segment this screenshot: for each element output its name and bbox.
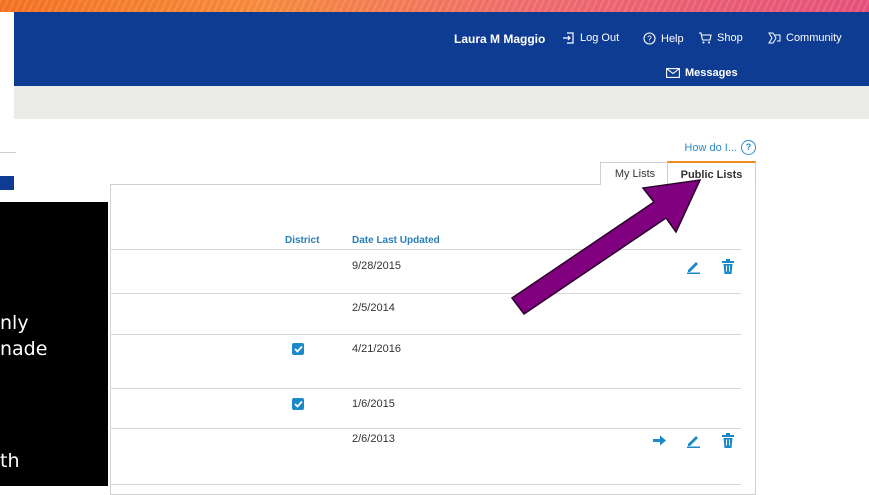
how-do-i-label: How do I... [684,141,737,154]
trash-icon[interactable] [721,258,735,274]
row-divider [110,334,741,335]
edit-icon[interactable] [685,432,701,448]
row-divider [110,484,741,485]
overlay-text-line-1: nly [0,312,29,334]
left-divider [0,152,16,153]
help-circle-icon: ? [741,140,756,155]
column-header-date[interactable]: Date Last Updated [352,235,440,246]
shop-label: Shop [717,32,743,44]
help-link[interactable]: ? Help [643,32,684,45]
logout-link[interactable]: Log Out [562,32,619,44]
overlay-text-line-2: nade [0,338,48,360]
row-2-date: 2/5/2014 [352,302,395,314]
top-stripe [0,0,869,12]
row-1-date: 9/28/2015 [352,260,401,272]
help-icon: ? [643,32,656,45]
arrow-right-icon[interactable] [652,433,666,447]
community-icon [768,32,781,44]
row-3-date: 4/21/2016 [352,343,401,355]
envelope-icon [666,68,680,78]
subheader-bar [14,86,869,119]
annotation-overlay: nly nade th [0,202,108,486]
messages-label: Messages [685,67,738,79]
left-tab-edge [0,176,14,190]
site-header: Laura M Maggio Log Out ? Help Shop Commu… [14,12,869,86]
row-5-date: 2/6/2013 [352,433,395,445]
how-do-i-link[interactable]: How do I... ? [684,140,756,155]
annotation-arrow [510,179,702,316]
user-name[interactable]: Laura M Maggio [454,32,545,46]
shop-link[interactable]: Shop [698,32,743,44]
district-checkbox-checked[interactable] [292,398,304,410]
help-label: Help [661,32,684,45]
messages-link[interactable]: Messages [666,67,738,79]
district-checkbox-checked[interactable] [292,343,304,355]
trash-icon[interactable] [721,432,735,448]
overlay-text-line-3: th [0,450,20,472]
row-divider [110,388,741,389]
svg-text:?: ? [647,35,652,44]
community-link[interactable]: Community [768,32,842,44]
logout-icon [563,32,574,44]
row-divider [110,428,741,429]
column-header-district[interactable]: District [285,235,319,246]
logout-label: Log Out [580,32,620,44]
row-4-date: 1/6/2015 [352,398,395,410]
community-label: Community [786,32,842,44]
cart-icon [699,32,712,44]
